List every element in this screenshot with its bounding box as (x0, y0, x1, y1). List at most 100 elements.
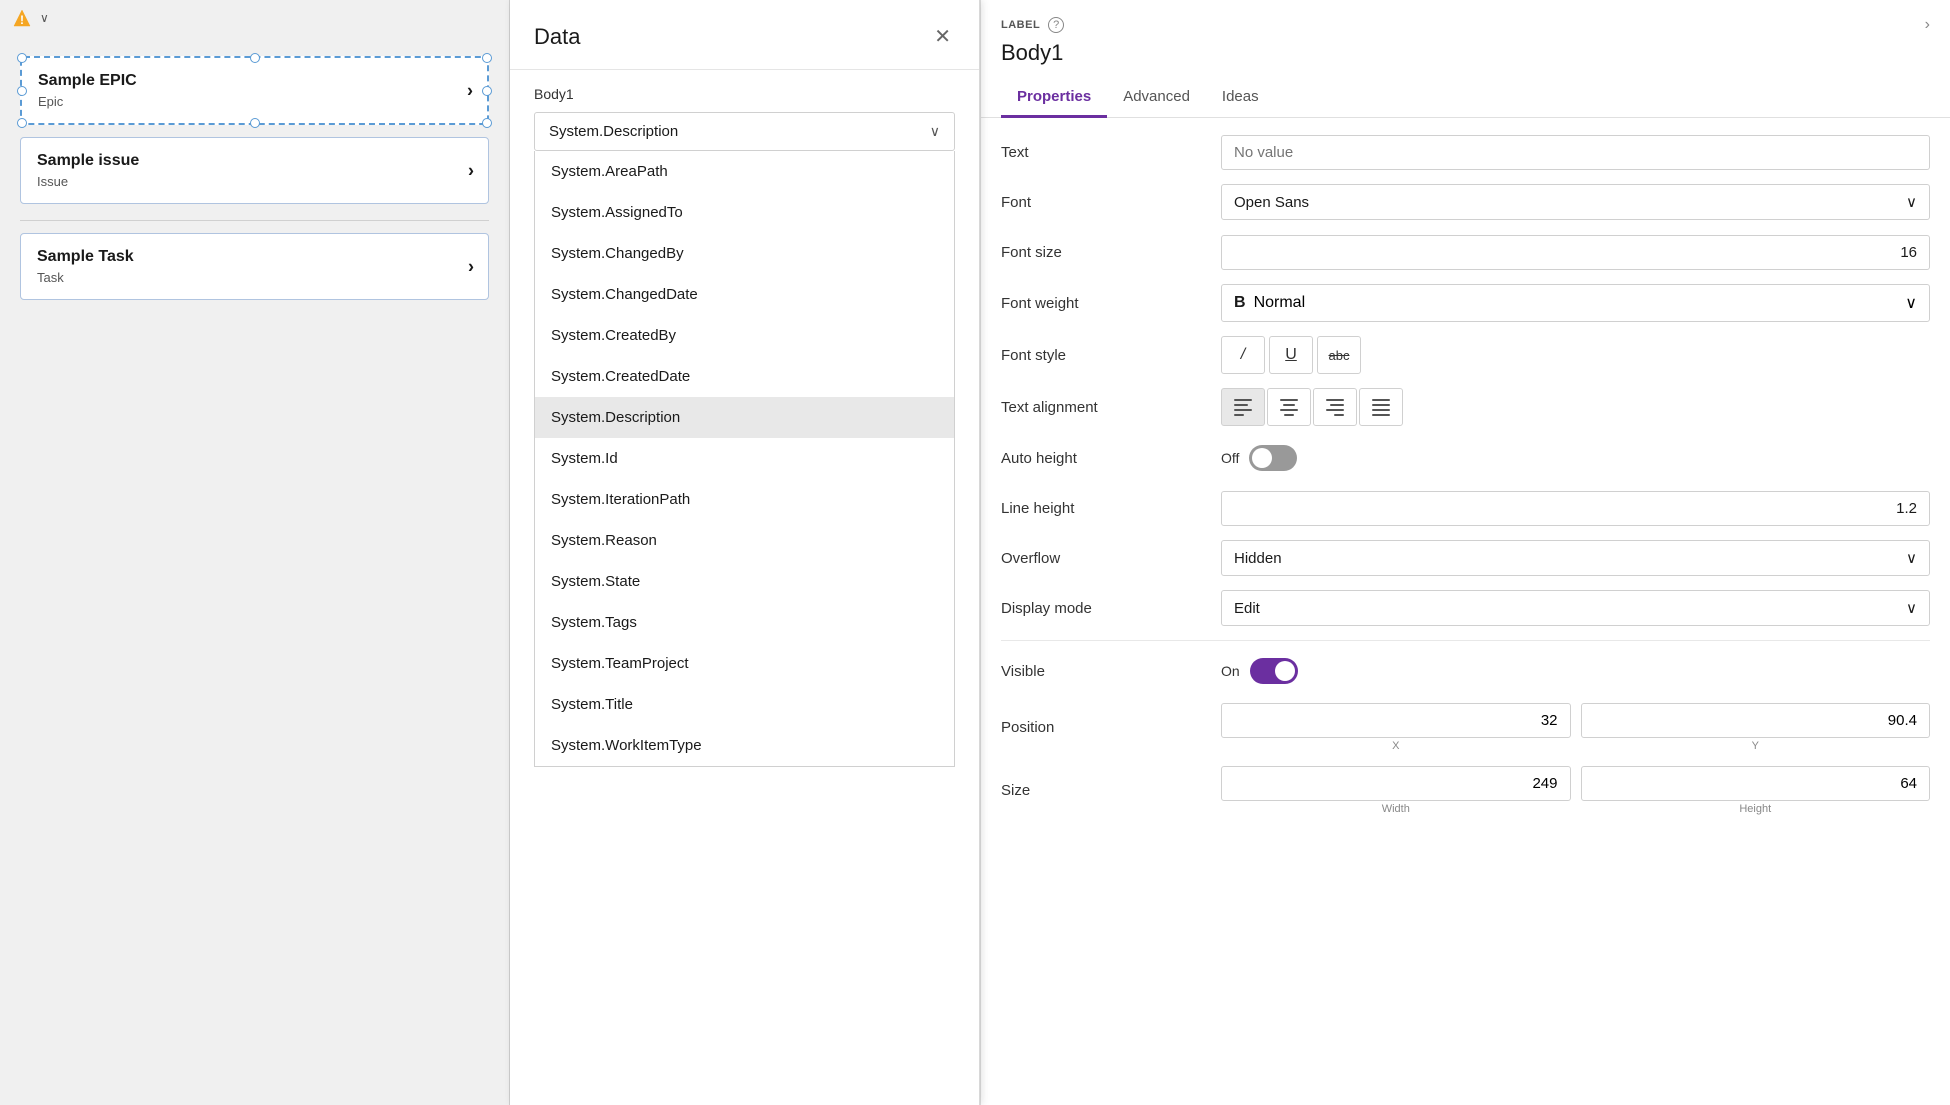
align-center-button[interactable] (1267, 388, 1311, 426)
warning-bar[interactable]: ! ∨ (0, 0, 509, 36)
expand-icon[interactable]: › (1925, 16, 1930, 34)
display-mode-prop-value: Edit ∨ (1221, 590, 1930, 626)
position-prop-value: X Y (1221, 703, 1930, 752)
list-item[interactable]: System.Id (535, 438, 954, 479)
size-width-label: Width (1221, 803, 1571, 815)
align-right-button[interactable] (1313, 388, 1357, 426)
epic-card-title: Sample EPIC (38, 72, 471, 90)
font-prop-label: Font (1001, 194, 1221, 211)
label-row: LABEL ? › (1001, 16, 1930, 34)
auto-height-prop-value: Off (1221, 445, 1930, 471)
align-left-button[interactable] (1221, 388, 1265, 426)
list-item[interactable]: System.Reason (535, 520, 954, 561)
font-weight-dropdown[interactable]: B Normal ∨ (1221, 284, 1930, 322)
dropdown-chevron-icon: ∨ (930, 123, 940, 140)
underline-button[interactable]: U (1269, 336, 1313, 374)
text-align-prop-value (1221, 388, 1930, 426)
strikethrough-button[interactable]: abc (1317, 336, 1361, 374)
chevron-down-icon: ∨ (40, 11, 49, 25)
list-item[interactable]: System.ChangedBy (535, 233, 954, 274)
list-item[interactable]: System.AssignedTo (535, 192, 954, 233)
list-item[interactable]: System.Title (535, 684, 954, 725)
text-align-prop-label: Text alignment (1001, 399, 1221, 416)
size-height-field: Height (1581, 766, 1931, 815)
display-mode-prop-label: Display mode (1001, 600, 1221, 617)
text-prop-value (1221, 135, 1930, 170)
canvas-left: ! ∨ Sample EPIC Epic › Sample issue Issu… (0, 0, 510, 1105)
text-prop-label: Text (1001, 144, 1221, 161)
properties-header: LABEL ? › Body1 Properties Advanced Idea… (981, 0, 1950, 118)
issue-card-title: Sample issue (37, 152, 472, 170)
data-section-label: Body1 (534, 86, 955, 102)
tab-properties[interactable]: Properties (1001, 78, 1107, 118)
font-dropdown-value: Open Sans (1234, 194, 1309, 211)
size-prop-value: Width Height (1221, 766, 1930, 815)
overflow-prop-row: Overflow Hidden ∨ (1001, 540, 1930, 576)
list-item[interactable]: System.AreaPath (535, 151, 954, 192)
visible-prop-value: On (1221, 658, 1930, 684)
auto-height-toggle[interactable] (1249, 445, 1297, 471)
list-item[interactable]: System.CreatedDate (535, 356, 954, 397)
font-size-input[interactable] (1221, 235, 1930, 270)
italic-button[interactable]: / (1221, 336, 1265, 374)
auto-height-prop-row: Auto height Off (1001, 440, 1930, 476)
list-item[interactable]: System.State (535, 561, 954, 602)
visible-toggle-row: On (1221, 658, 1298, 684)
position-prop-label: Position (1001, 719, 1221, 736)
font-dropdown-chevron: ∨ (1906, 193, 1917, 211)
position-x-input[interactable] (1221, 703, 1571, 738)
visible-toggle[interactable] (1250, 658, 1298, 684)
epic-card[interactable]: Sample EPIC Epic › (20, 56, 489, 125)
position-x-label: X (1221, 740, 1571, 752)
help-icon[interactable]: ? (1048, 17, 1064, 33)
position-x-field: X (1221, 703, 1571, 752)
visible-toggle-label: On (1221, 663, 1240, 679)
label-text: LABEL (1001, 19, 1040, 31)
task-card-title: Sample Task (37, 248, 472, 266)
properties-body: Text Font Open Sans ∨ Font size Font (981, 118, 1950, 1105)
text-input[interactable] (1221, 135, 1930, 170)
font-dropdown[interactable]: Open Sans ∨ (1221, 184, 1930, 220)
align-justify-button[interactable] (1359, 388, 1403, 426)
tab-advanced[interactable]: Advanced (1107, 78, 1206, 118)
line-height-prop-label: Line height (1001, 500, 1221, 517)
list-item[interactable]: System.Tags (535, 602, 954, 643)
task-card-arrow: › (468, 256, 474, 277)
font-size-prop-value (1221, 235, 1930, 270)
display-mode-dropdown-value: Edit (1234, 600, 1260, 617)
overflow-dropdown-chevron: ∨ (1906, 549, 1917, 567)
data-panel-body: Body1 System.Description ∨ System.AreaPa… (510, 70, 979, 1105)
visible-prop-label: Visible (1001, 663, 1221, 680)
list-item[interactable]: System.CreatedBy (535, 315, 954, 356)
list-item[interactable]: System.WorkItemType (535, 725, 954, 766)
line-height-prop-row: Line height (1001, 490, 1930, 526)
line-height-input[interactable] (1221, 491, 1930, 526)
line-height-prop-value (1221, 491, 1930, 526)
list-item-active[interactable]: System.Description (535, 397, 954, 438)
task-card[interactable]: Sample Task Task › (20, 233, 489, 300)
list-item[interactable]: System.TeamProject (535, 643, 954, 684)
issue-card-type: Issue (37, 174, 472, 189)
size-row: Width Height (1221, 766, 1930, 815)
font-weight-prop-value: B Normal ∨ (1221, 284, 1930, 322)
font-weight-prop-label: Font weight (1001, 295, 1221, 312)
font-size-prop-label: Font size (1001, 244, 1221, 261)
display-mode-dropdown[interactable]: Edit ∨ (1221, 590, 1930, 626)
list-item[interactable]: System.ChangedDate (535, 274, 954, 315)
overflow-dropdown[interactable]: Hidden ∨ (1221, 540, 1930, 576)
font-style-prop-value: / U abc (1221, 336, 1930, 374)
card-container: Sample EPIC Epic › Sample issue Issue › … (0, 36, 509, 322)
data-dropdown-select[interactable]: System.Description ∨ (534, 112, 955, 151)
size-height-label: Height (1581, 803, 1931, 815)
size-width-input[interactable] (1221, 766, 1571, 801)
issue-card[interactable]: Sample issue Issue › (20, 137, 489, 204)
size-height-input[interactable] (1581, 766, 1931, 801)
tab-ideas[interactable]: Ideas (1206, 78, 1275, 118)
close-button[interactable]: ✕ (930, 20, 955, 53)
position-y-input[interactable] (1581, 703, 1931, 738)
text-align-prop-row: Text alignment (1001, 388, 1930, 426)
bold-icon: B (1234, 294, 1246, 312)
list-item[interactable]: System.IterationPath (535, 479, 954, 520)
text-prop-row: Text (1001, 134, 1930, 170)
font-prop-value: Open Sans ∨ (1221, 184, 1930, 220)
